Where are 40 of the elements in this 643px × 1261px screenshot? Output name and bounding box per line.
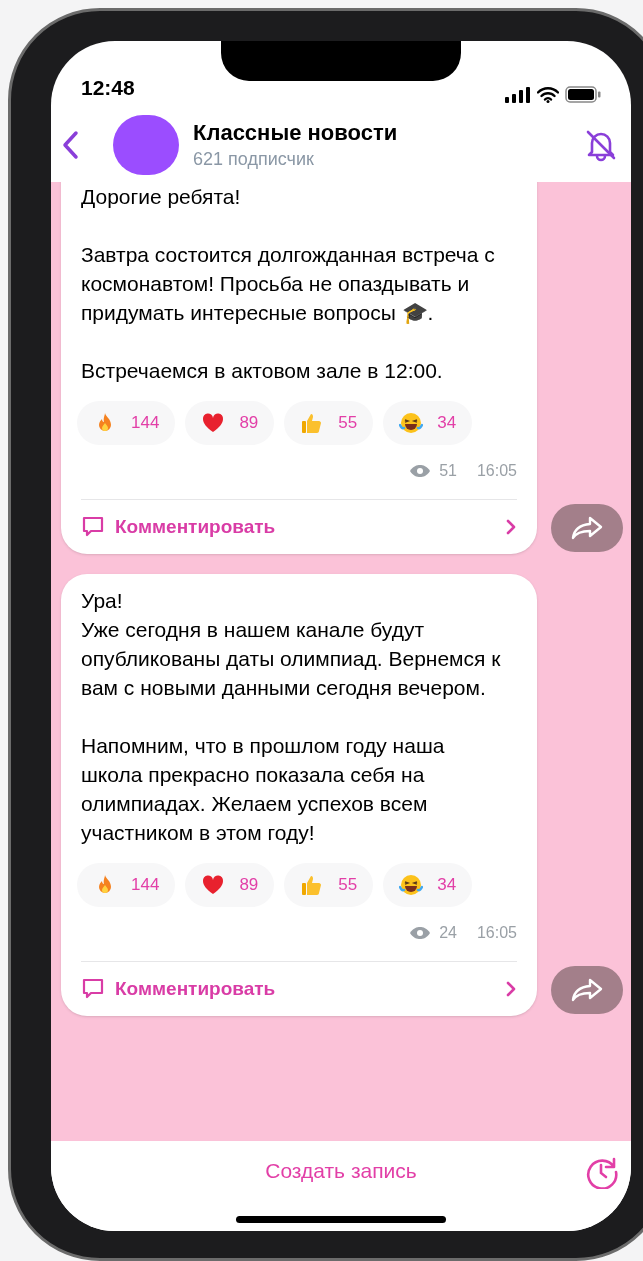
reaction-button[interactable]: 34 [383,401,473,445]
reaction-button[interactable]: 89 [185,863,275,907]
post-time: 16:05 [476,923,517,943]
heart-icon [201,873,226,897]
post-text: Ура! Уже сегодня в нашем канале будут опубликованы даты олимпиад. Вернемся к вам с новыми данными сегодня вечером. Напомним, что в прошлом году наша школа прекрасно показала себя на олимпиадах. Желаем успехов всем участником в этом году! [80,588,502,846]
create-post-button[interactable]: Создать запись [265,1157,417,1185]
chevron-right-icon [505,518,517,536]
share-arrow-icon [570,515,604,541]
reaction-button[interactable]: 34 [383,863,473,907]
eye-icon [409,464,432,478]
laughing-face-icon [399,411,424,435]
subscriber-count: 621 подписчик [193,147,315,171]
view-count: 24 [439,923,457,943]
clock-refresh-icon [585,1155,619,1189]
heart-icon [201,411,226,435]
speech-bubble-icon [81,977,105,1001]
back-chevron-icon [61,129,79,160]
comment-button[interactable]: Комментировать [61,962,537,1016]
speech-bubble-icon [81,515,105,539]
chevron-right-icon [505,980,517,998]
reaction-button[interactable]: 55 [284,401,374,445]
post-time: 16:05 [476,461,517,481]
post-text: Дорогие ребята! Завтра состоится долгожданная встреча с космонавтом! Просьба не опаздывать и придумать интересные вопросы 🎓. Встречаемся в актовом зале в 12:00. [80,184,496,384]
share-button[interactable] [551,504,623,552]
reaction-button[interactable]: 144 [77,863,176,907]
laughing-face-icon [399,873,424,897]
share-arrow-icon [570,977,604,1003]
status-time: 12:48 [81,74,135,101]
reaction-button[interactable]: 144 [77,401,176,445]
channel-title: Классные новости [193,118,398,147]
view-count: 51 [439,461,457,481]
signal-icon [505,86,531,103]
eye-icon [409,926,432,940]
share-button[interactable] [551,966,623,1014]
scheduled-button[interactable] [585,1155,619,1189]
reaction-button[interactable]: 55 [284,863,374,907]
battery-icon [565,86,601,103]
reaction-button[interactable]: 89 [185,401,275,445]
wifi-icon [537,86,559,103]
comment-button[interactable]: Комментировать [61,500,537,554]
